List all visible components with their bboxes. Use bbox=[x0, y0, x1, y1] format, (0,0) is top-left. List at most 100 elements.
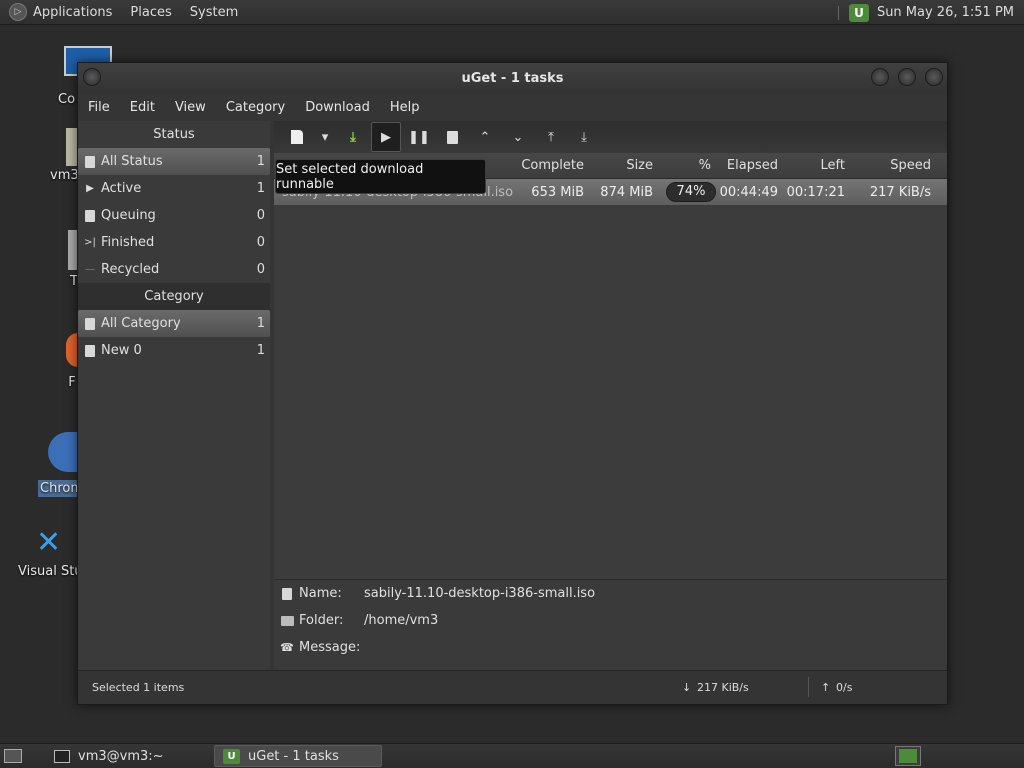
menu-view[interactable]: View bbox=[175, 100, 206, 115]
up-arrow-icon: ↑ bbox=[821, 681, 831, 694]
move-down-button[interactable]: ⌄ bbox=[503, 122, 533, 152]
column-left[interactable]: Left bbox=[786, 158, 853, 173]
move-bottom-button[interactable]: ⤓ bbox=[569, 122, 599, 152]
new-download-icon bbox=[291, 130, 303, 144]
menu-system[interactable]: System bbox=[190, 5, 238, 20]
properties-button[interactable] bbox=[437, 122, 467, 152]
all-status-icon bbox=[84, 155, 96, 168]
desktop-icon-label: Visual Stu bbox=[18, 564, 83, 579]
category-icon bbox=[84, 344, 96, 357]
column-speed[interactable]: Speed bbox=[853, 158, 939, 173]
status-item-count: 1 bbox=[256, 181, 265, 196]
menubar: File Edit View Category Download Help bbox=[78, 93, 947, 121]
status-item-count: 0 bbox=[256, 208, 265, 223]
download-speed: 217 KiB/s bbox=[697, 681, 749, 694]
taskbar-item-terminal[interactable]: vm3@vm3:~ bbox=[46, 745, 206, 767]
details-folder-row: Folder: /home/vm3 bbox=[274, 607, 947, 634]
set-runnable-button[interactable]: ▶ bbox=[371, 122, 401, 152]
menu-category[interactable]: Category bbox=[226, 100, 285, 115]
details-folder-label: Folder: bbox=[299, 613, 344, 628]
arrow-bottom-icon: ⤓ bbox=[581, 129, 587, 145]
minimize-button[interactable] bbox=[871, 68, 889, 86]
details-message-label: Message: bbox=[299, 640, 361, 655]
status-item-label: Queuing bbox=[101, 208, 156, 223]
menu-places[interactable]: Places bbox=[130, 5, 171, 20]
taskbar-item-uget[interactable]: U uGet - 1 tasks bbox=[214, 745, 382, 767]
details-name-value: sabily-11.10-desktop-i386-small.iso bbox=[364, 586, 596, 601]
menu-download[interactable]: Download bbox=[305, 100, 370, 115]
column-elapsed[interactable]: Elapsed bbox=[719, 158, 786, 173]
statusbar-divider bbox=[808, 677, 809, 697]
clock[interactable]: Sun May 26, 1:51 PM bbox=[877, 5, 1014, 20]
status-item-count: 0 bbox=[256, 262, 265, 277]
window-titlebar[interactable]: uGet - 1 tasks bbox=[78, 63, 947, 93]
status-header: Status bbox=[153, 127, 195, 142]
message-icon: ☎ bbox=[280, 641, 294, 654]
show-desktop-icon bbox=[4, 749, 22, 763]
menu-applications[interactable]: Applications bbox=[33, 5, 112, 20]
new-download-button[interactable] bbox=[282, 122, 312, 152]
properties-icon bbox=[446, 130, 458, 144]
status-item-queuing[interactable]: Queuing 0 bbox=[78, 202, 270, 229]
column-size[interactable]: Size bbox=[592, 158, 661, 173]
details-name-label: Name: bbox=[299, 586, 342, 601]
category-item-label: All Category bbox=[101, 316, 181, 331]
statusbar: Selected 1 items ↓ 217 KiB/s ↑ 0/s bbox=[78, 670, 947, 704]
category-header: Category bbox=[78, 283, 270, 310]
category-item-all[interactable]: All Category 1 bbox=[78, 310, 270, 337]
desktop-icon-chromium[interactable]: Chrom bbox=[38, 432, 83, 497]
arrow-down-icon: ⌄ bbox=[512, 129, 524, 145]
task-speed: 217 KiB/s bbox=[869, 184, 931, 200]
column-percent[interactable]: % bbox=[661, 158, 719, 173]
applications-logo-icon[interactable]: ▷ bbox=[9, 3, 27, 21]
task-elapsed: 00:44:49 bbox=[719, 184, 778, 200]
category-item-count: 1 bbox=[256, 343, 265, 358]
taskbar-item-label: vm3@vm3:~ bbox=[78, 748, 164, 764]
status-item-finished[interactable]: >| Finished 0 bbox=[78, 229, 270, 256]
save-button[interactable]: ⤓ bbox=[338, 122, 368, 152]
file-icon bbox=[280, 587, 294, 601]
window-controls bbox=[862, 68, 943, 86]
pause-button[interactable]: ❚❚ bbox=[404, 122, 434, 152]
top-menu: ▷ Applications Places System bbox=[0, 0, 256, 24]
new-dropdown-button[interactable]: ▾ bbox=[315, 122, 335, 152]
window-menu-button[interactable] bbox=[83, 68, 101, 86]
pause-icon: ❚❚ bbox=[408, 129, 430, 145]
status-item-count: 1 bbox=[256, 154, 265, 169]
task-complete: 653 MiB bbox=[531, 184, 584, 200]
status-item-active[interactable]: ▶ Active 1 bbox=[78, 175, 270, 202]
menu-file[interactable]: File bbox=[88, 100, 110, 115]
arrow-top-icon: ⤒ bbox=[548, 129, 554, 145]
desktop-icon-vscode[interactable]: ✕ Visual Stu bbox=[18, 527, 83, 580]
desktop-icon-home[interactable]: vm3 bbox=[50, 128, 90, 183]
column-complete[interactable]: Complete bbox=[518, 158, 592, 173]
workspace-switcher[interactable] bbox=[895, 746, 921, 766]
selected-count: Selected 1 items bbox=[92, 681, 185, 694]
uget-icon: U bbox=[223, 748, 240, 764]
play-icon: ▶ bbox=[86, 183, 94, 194]
show-desktop-button[interactable] bbox=[0, 745, 26, 767]
queue-icon bbox=[84, 209, 96, 222]
download-list[interactable]: Complete Size % Elapsed Left Speed sabil… bbox=[274, 153, 947, 598]
category-item-new0[interactable]: New 0 1 bbox=[78, 337, 270, 364]
workspace-uget-icon bbox=[899, 749, 917, 763]
status-item-all[interactable]: All Status 1 bbox=[78, 148, 270, 175]
task-size: 874 MiB bbox=[600, 184, 653, 200]
close-button[interactable] bbox=[925, 68, 943, 86]
menu-help[interactable]: Help bbox=[390, 100, 420, 115]
finished-icon: >| bbox=[84, 237, 96, 248]
taskbar: vm3@vm3:~ U uGet - 1 tasks bbox=[0, 743, 1024, 768]
status-item-label: Active bbox=[101, 181, 142, 196]
status-item-label: Recycled bbox=[101, 262, 160, 277]
move-top-button[interactable]: ⤒ bbox=[536, 122, 566, 152]
taskbar-item-label: uGet - 1 tasks bbox=[248, 748, 339, 764]
maximize-button[interactable] bbox=[898, 68, 916, 86]
details-name-row: Name: sabily-11.10-desktop-i386-small.is… bbox=[274, 580, 947, 607]
chevron-down-icon: ▾ bbox=[321, 129, 329, 145]
menu-edit[interactable]: Edit bbox=[130, 100, 155, 115]
status-item-label: All Status bbox=[101, 154, 163, 169]
uget-window: uGet - 1 tasks File Edit View Category D… bbox=[77, 62, 948, 705]
uget-tray-icon[interactable]: U bbox=[848, 3, 869, 22]
move-up-button[interactable]: ⌃ bbox=[470, 122, 500, 152]
status-item-recycled[interactable]: — Recycled 0 bbox=[78, 256, 270, 283]
